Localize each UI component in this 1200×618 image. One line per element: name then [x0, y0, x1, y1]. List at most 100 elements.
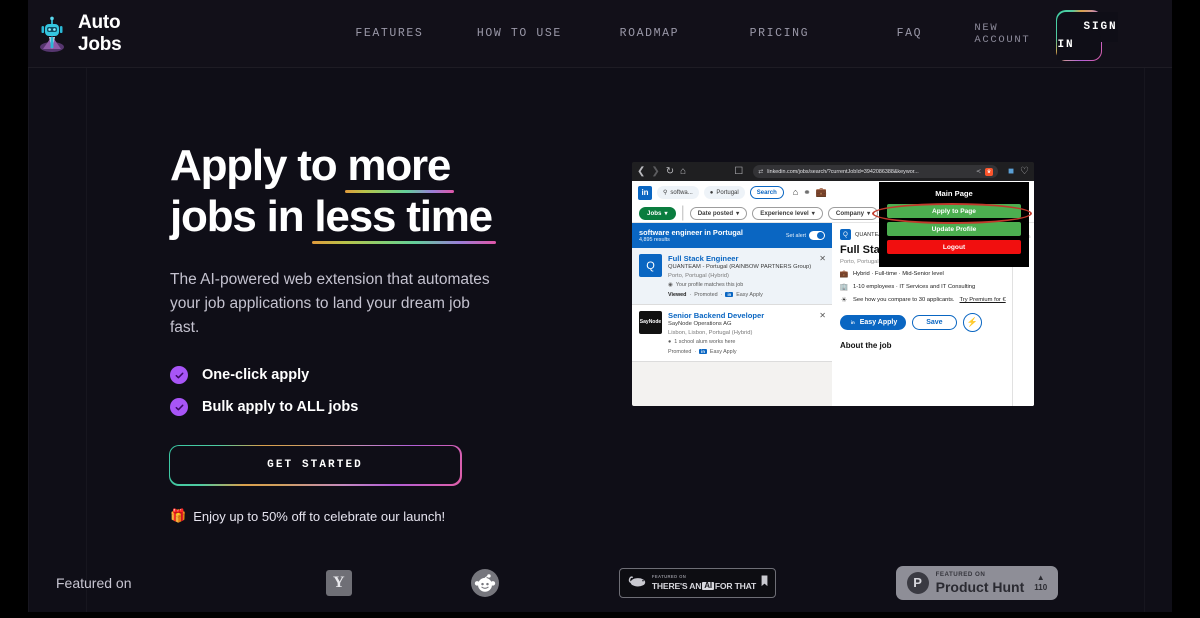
job-footer: Viewed · Promoted · in Easy Apply	[668, 291, 763, 298]
filter-date-posted[interactable]: Date posted ▾	[689, 206, 748, 220]
check-circle-icon	[170, 398, 188, 417]
headline-highlight-more: more	[345, 141, 454, 194]
brand-logo[interactable]: Auto Jobs	[36, 12, 137, 56]
update-profile-button[interactable]: Update Profile	[887, 222, 1021, 236]
reading-list-icon[interactable]: ☐	[734, 166, 743, 177]
job-detail-row-employment: 💼 Hybrid · Full-time · Mid-Senior level	[839, 271, 944, 278]
taft-top-label: FEATURED ON	[651, 574, 687, 580]
close-icon[interactable]: ✕	[819, 311, 826, 320]
address-bar[interactable]: ⇄ linkedin.com/jobs/search/?currentJobId…	[753, 165, 998, 178]
job-title[interactable]: Senior Backend Developer	[668, 311, 764, 320]
company-logo: SayNode	[639, 310, 662, 334]
company-logo: Q	[639, 254, 662, 277]
product-hunt-top-label: FEATURED ON	[935, 570, 986, 578]
linkedin-mini-logo: in	[699, 349, 707, 355]
promo-banner: 🎁 Enjoy up to 50% off to celebrate our l…	[170, 508, 590, 524]
chevron-right-icon[interactable]: ❯	[651, 166, 659, 177]
logout-button[interactable]: Logout	[887, 240, 1021, 254]
featured-on-section: Featured on Y FEATURED ON THERE'S AN AI …	[28, 565, 1172, 600]
location-pin-icon: ●	[709, 189, 714, 196]
save-job-button[interactable]: Save	[912, 315, 957, 330]
check-circle-icon	[170, 366, 188, 385]
taft-text: FEATURED ON THERE'S AN AI FOR THAT	[652, 575, 756, 590]
home-icon[interactable]: ⌂	[680, 166, 686, 177]
chevron-down-icon: ▾	[736, 209, 740, 217]
nav-link-faq[interactable]: FAQ	[844, 27, 974, 40]
bookmark-icon	[761, 574, 768, 592]
upvote-count: 110	[1034, 582, 1048, 592]
headline-line2-plain: jobs in	[170, 192, 315, 242]
taft-main-label: THERE'S AN AI FOR THAT	[651, 580, 757, 591]
filter-experience-level[interactable]: Experience level ▾	[752, 206, 823, 220]
filter-company[interactable]: Company ▾	[827, 206, 879, 220]
alumni-icon: ●	[668, 338, 672, 345]
home-icon[interactable]: ⌂	[793, 188, 798, 197]
job-note: ● 1 school alum works here	[668, 338, 736, 345]
lightning-bolt-icon[interactable]: ⚡	[962, 313, 982, 332]
building-icon: 🏢	[839, 284, 849, 291]
try-premium-link[interactable]: Try Premium for €	[960, 297, 1006, 303]
product-hunt-badge[interactable]: P FEATURED ON Product Hunt ▲ 110	[895, 565, 1059, 600]
bookmark-icon[interactable]: ♡	[1020, 166, 1029, 177]
nav-link-roadmap[interactable]: ROADMAP	[584, 27, 714, 40]
job-location-search-input[interactable]: ● Portugal	[703, 186, 745, 199]
get-started-button[interactable]: GET STARTED	[168, 444, 462, 486]
share-icon[interactable]: ≺	[976, 169, 981, 175]
results-count: 4,895 results	[639, 237, 670, 243]
search-button[interactable]: Search	[749, 186, 784, 199]
job-location: Porto, Portugal (Hybrid)	[668, 272, 729, 279]
close-icon[interactable]: ✕	[819, 254, 826, 263]
gift-icon: 🎁	[170, 508, 187, 524]
y-combinator-logo[interactable]: Y	[325, 569, 352, 596]
chevron-left-icon[interactable]: ❮	[637, 166, 645, 177]
reddit-logo[interactable]	[471, 568, 500, 597]
headline-line1-plain: Apply to	[170, 141, 348, 190]
extension-icon[interactable]: ■	[1008, 166, 1014, 177]
results-title: software engineer in Portugal	[639, 228, 743, 237]
linkedin-logo-icon[interactable]: in	[638, 185, 652, 200]
product-hunt-main-label: Product Hunt	[935, 579, 1025, 595]
feature-label: Bulk apply to ALL jobs	[202, 399, 359, 416]
job-title[interactable]: Full Stack Engineer	[668, 254, 811, 263]
set-alert-toggle[interactable]	[809, 231, 825, 240]
nav-link-features[interactable]: FEATURES	[324, 27, 454, 40]
page-title: Apply to more jobs in less time	[170, 140, 590, 245]
theres-an-ai-for-that-badge[interactable]: FEATURED ON THERE'S AN AI FOR THAT	[618, 567, 777, 598]
brand-name: Auto Jobs	[78, 11, 122, 55]
filter-jobs[interactable]: Jobs ▾	[639, 206, 676, 220]
job-list-item[interactable]: ✕ Q Full Stack Engineer QUANTEAM - Portu…	[632, 248, 832, 305]
address-bar-url: linkedin.com/jobs/search/?currentJobId=3…	[767, 168, 919, 175]
feature-label: One-click apply	[202, 367, 310, 384]
product-hunt-logo-icon: P	[906, 571, 929, 594]
new-account-link[interactable]: NEW ACCOUNT	[974, 22, 1039, 46]
grid-line	[28, 0, 29, 612]
job-results-header: software engineer in Portugal 4,895 resu…	[632, 223, 832, 248]
hero-subtitle: The AI-powered web extension that automa…	[170, 271, 490, 337]
job-detail-row-company-size: 🏢 1-10 employees · IT Services and IT Co…	[839, 284, 976, 291]
briefcase-icon: 💼	[839, 271, 849, 278]
job-keyword-search-input[interactable]: ⚲ softwa...	[657, 186, 699, 199]
brave-shield-icon[interactable]: ♛	[984, 167, 993, 176]
company-logo: Q	[840, 229, 851, 240]
robot-mascot-icon	[36, 16, 68, 52]
job-company: QUANTEAM - Portugal (RAINBOW PARTNERS Gr…	[668, 264, 812, 270]
job-footer: Promoted · in Easy Apply	[668, 348, 737, 355]
search-location-value: Portugal	[716, 189, 739, 196]
sign-in-button[interactable]: SIGN IN	[1057, 11, 1118, 60]
grid-line	[1144, 0, 1145, 612]
jobs-icon[interactable]: 💼	[816, 188, 827, 197]
featured-on-label: Featured on	[56, 574, 132, 591]
easy-apply-button[interactable]: in Easy Apply	[840, 315, 907, 330]
reload-icon[interactable]: ↻	[666, 166, 674, 177]
job-results-list: software engineer in Portugal 4,895 resu…	[632, 223, 832, 406]
extension-popup: Main Page Apply to Page Update Profile L…	[879, 182, 1029, 267]
nav-link-how-to-use[interactable]: HOW TO USE	[454, 27, 584, 40]
nav-link-pricing[interactable]: PRICING	[714, 27, 844, 40]
network-icon[interactable]: ⚭	[803, 188, 811, 197]
product-hunt-text: FEATURED ON Product Hunt	[935, 570, 1025, 595]
search-keyword-value: softwa...	[670, 189, 693, 196]
product-hunt-upvotes: ▲ 110	[1034, 573, 1048, 592]
taft-mascot-icon	[627, 573, 647, 593]
hero-content: Apply to more jobs in less time The AI-p…	[168, 140, 590, 524]
job-list-item[interactable]: ✕ SayNode Senior Backend Developer SayNo…	[632, 304, 832, 362]
